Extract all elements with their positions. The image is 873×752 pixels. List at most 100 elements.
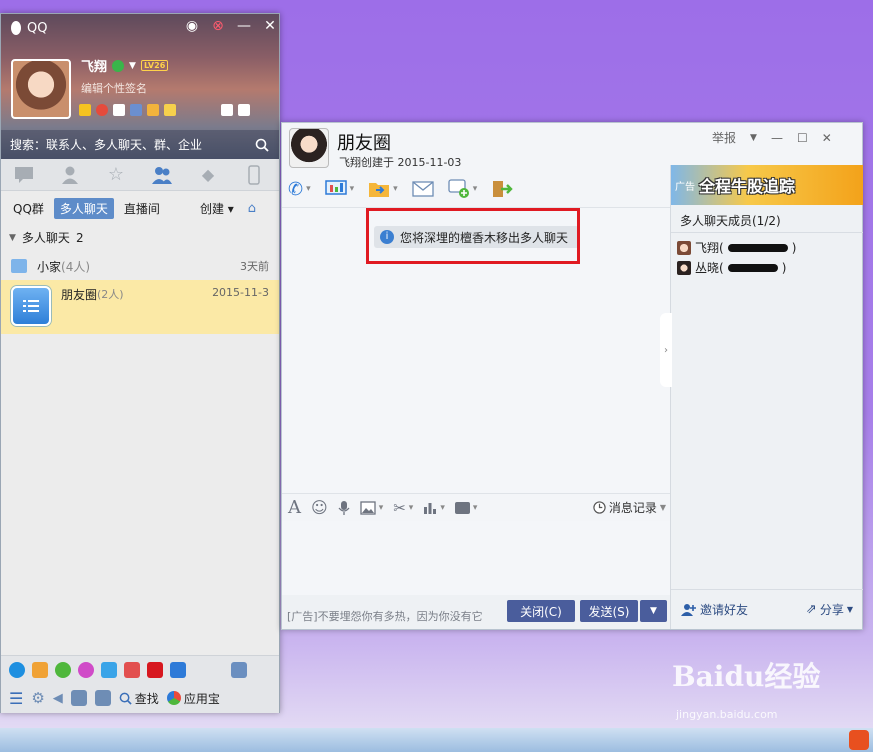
penguin-game-icon[interactable]: [32, 661, 48, 678]
create-dropdown[interactable]: 创建 ▾: [194, 198, 240, 219]
screenshot-button[interactable]: ✂ ▾: [393, 499, 413, 517]
share-icon: ⇗: [805, 602, 817, 617]
members-header: 多人聊天成员(1/2): [671, 209, 863, 233]
folder-icon[interactable]: [70, 690, 87, 706]
grid-icon[interactable]: [238, 104, 250, 116]
send-button[interactable]: 发送(S): [580, 600, 638, 622]
maximize-button[interactable]: ☐: [797, 131, 808, 145]
stock-chart-icon[interactable]: [124, 661, 140, 678]
font-icon[interactable]: A: [288, 497, 301, 518]
signature[interactable]: 编辑个性签名: [81, 80, 147, 96]
apps-grid-icon[interactable]: [231, 661, 247, 678]
clock-icon: [593, 501, 606, 514]
list-item-selected[interactable]: 朋友圈 (2人) 2015-11-3: [1, 280, 279, 334]
speaker-icon[interactable]: ◀: [53, 691, 63, 706]
tab-messages[interactable]: [1, 159, 47, 191]
screen-share-button[interactable]: ▾: [324, 180, 354, 198]
close-button[interactable]: ✕: [822, 131, 832, 145]
group-header[interactable]: ▼ 多人聊天 2: [9, 229, 84, 246]
chevron-down-icon[interactable]: ▼: [129, 61, 136, 71]
search-icon[interactable]: [255, 138, 269, 152]
exit-group-button[interactable]: [491, 179, 513, 199]
list-item[interactable]: 小家 (4人) 3天前: [1, 254, 279, 278]
subtab-group-chat[interactable]: 多人聊天: [53, 197, 114, 219]
members-panel: 广告 全程牛股追踪 多人聊天成员(1/2) 飞翔( ) 丛晓( ) 邀请好友 ⇗…: [670, 165, 863, 629]
home-icon[interactable]: ⌂: [248, 201, 256, 216]
star-icon[interactable]: [79, 104, 91, 116]
jd-icon[interactable]: [147, 661, 163, 678]
avatar[interactable]: [11, 59, 71, 119]
scissors-icon: ✂: [393, 498, 406, 517]
qq-penguin-icon: [9, 20, 23, 36]
add-chat-button[interactable]: ▾: [448, 179, 477, 199]
poll-button[interactable]: ▾: [423, 501, 445, 515]
people-icon: [151, 165, 173, 185]
monitor-icon: [324, 180, 347, 198]
mail-icon[interactable]: [113, 104, 125, 116]
minimize-button[interactable]: —: [236, 18, 252, 34]
more-tools-button[interactable]: ▾: [454, 501, 477, 514]
appstore-button[interactable]: 应用宝: [166, 690, 220, 707]
chevron-down-icon[interactable]: ▼: [750, 133, 757, 143]
bar-chart-icon: [423, 501, 437, 515]
subtab-live[interactable]: 直播间: [118, 198, 166, 219]
menu-icon[interactable]: ☰: [9, 689, 23, 708]
group-subtabs: QQ群 多人聊天 直播间 创建 ▾ ⌂: [1, 197, 279, 219]
tab-education[interactable]: ◆: [185, 159, 231, 191]
status-icons: [79, 104, 250, 116]
sogou-icon[interactable]: [849, 730, 869, 750]
weibo-icon[interactable]: [96, 104, 108, 116]
chat-avatar[interactable]: [289, 128, 329, 168]
send-file-button[interactable]: ▾: [368, 180, 398, 198]
browser-icon[interactable]: [9, 661, 25, 678]
tab-group-chat[interactable]: [139, 159, 185, 191]
coin-icon[interactable]: [164, 104, 176, 116]
search-bar[interactable]: 搜索：联系人、多人聊天、群、企业: [1, 130, 279, 159]
share-button[interactable]: ⇗ 分享 ▼: [806, 601, 853, 618]
mail-button[interactable]: [412, 181, 434, 197]
ad-text-link[interactable]: [广告]不要埋怨你有多热，因为你没有它: [287, 608, 483, 624]
minimize-button[interactable]: —: [771, 131, 783, 145]
folder-arrow-icon: [368, 180, 390, 198]
tab-contacts[interactable]: [47, 159, 93, 191]
message-input[interactable]: [282, 521, 670, 595]
member-item[interactable]: 丛晓( ): [677, 259, 786, 276]
gear-icon[interactable]: ⚙: [31, 689, 44, 707]
history-button[interactable]: 消息记录 ▼: [593, 499, 666, 516]
find-button[interactable]: 查找: [119, 690, 159, 707]
highlight-box: [366, 208, 580, 264]
subtab-qq-group[interactable]: QQ群: [7, 198, 50, 219]
wallet-icon[interactable]: [147, 104, 159, 116]
image-button[interactable]: ▾: [360, 500, 383, 515]
emoji-icon[interactable]: ☺: [311, 498, 328, 517]
ad-banner[interactable]: 广告 全程牛股追踪: [671, 165, 863, 205]
close-red-icon[interactable]: ⊗: [210, 18, 226, 34]
tab-phone[interactable]: [231, 159, 277, 191]
send-options-button[interactable]: ▼: [640, 600, 667, 622]
invite-friends-button[interactable]: 邀请好友: [681, 601, 748, 618]
taskbar: [0, 728, 873, 752]
flower-icon[interactable]: [78, 661, 94, 678]
bottom-toolbar: ☰ ⚙ ◀ 查找 应用宝: [1, 683, 279, 713]
video-play-icon[interactable]: [101, 661, 117, 678]
app-manager-icon[interactable]: [94, 690, 111, 706]
shirt-icon[interactable]: [221, 104, 233, 116]
shield-icon[interactable]: [170, 661, 186, 678]
online-status-icon[interactable]: [112, 59, 125, 72]
close-chat-button[interactable]: 关闭(C): [507, 600, 575, 622]
apps-icon[interactable]: [130, 104, 142, 116]
phone-call-button[interactable]: ✆ ▾: [288, 179, 311, 200]
member-item[interactable]: 飞翔( ): [677, 239, 796, 256]
watermark-logo: Baidu经验: [672, 660, 821, 693]
app-title: QQ: [9, 20, 47, 36]
microphone-icon[interactable]: [338, 500, 350, 516]
gourd-icon[interactable]: [55, 661, 71, 678]
chevron-down-icon: ▼: [650, 606, 657, 616]
chat-toolbar: ✆ ▾ ▾ ▾ ▾: [282, 174, 670, 204]
report-button[interactable]: 举报: [712, 129, 736, 146]
chat-title[interactable]: 朋友圈: [337, 129, 391, 155]
tab-favorites[interactable]: ☆: [93, 159, 139, 191]
collapse-panel-handle[interactable]: ›: [660, 313, 672, 387]
medal-icon[interactable]: ◉: [184, 18, 200, 34]
close-button[interactable]: ✕: [262, 18, 278, 34]
